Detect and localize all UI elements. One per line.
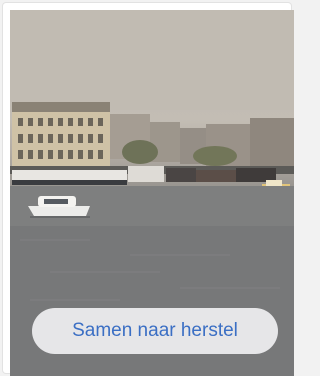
cta-label: Samen naar herstel [72, 320, 238, 341]
samen-naar-herstel-button[interactable]: Samen naar herstel [32, 308, 278, 354]
